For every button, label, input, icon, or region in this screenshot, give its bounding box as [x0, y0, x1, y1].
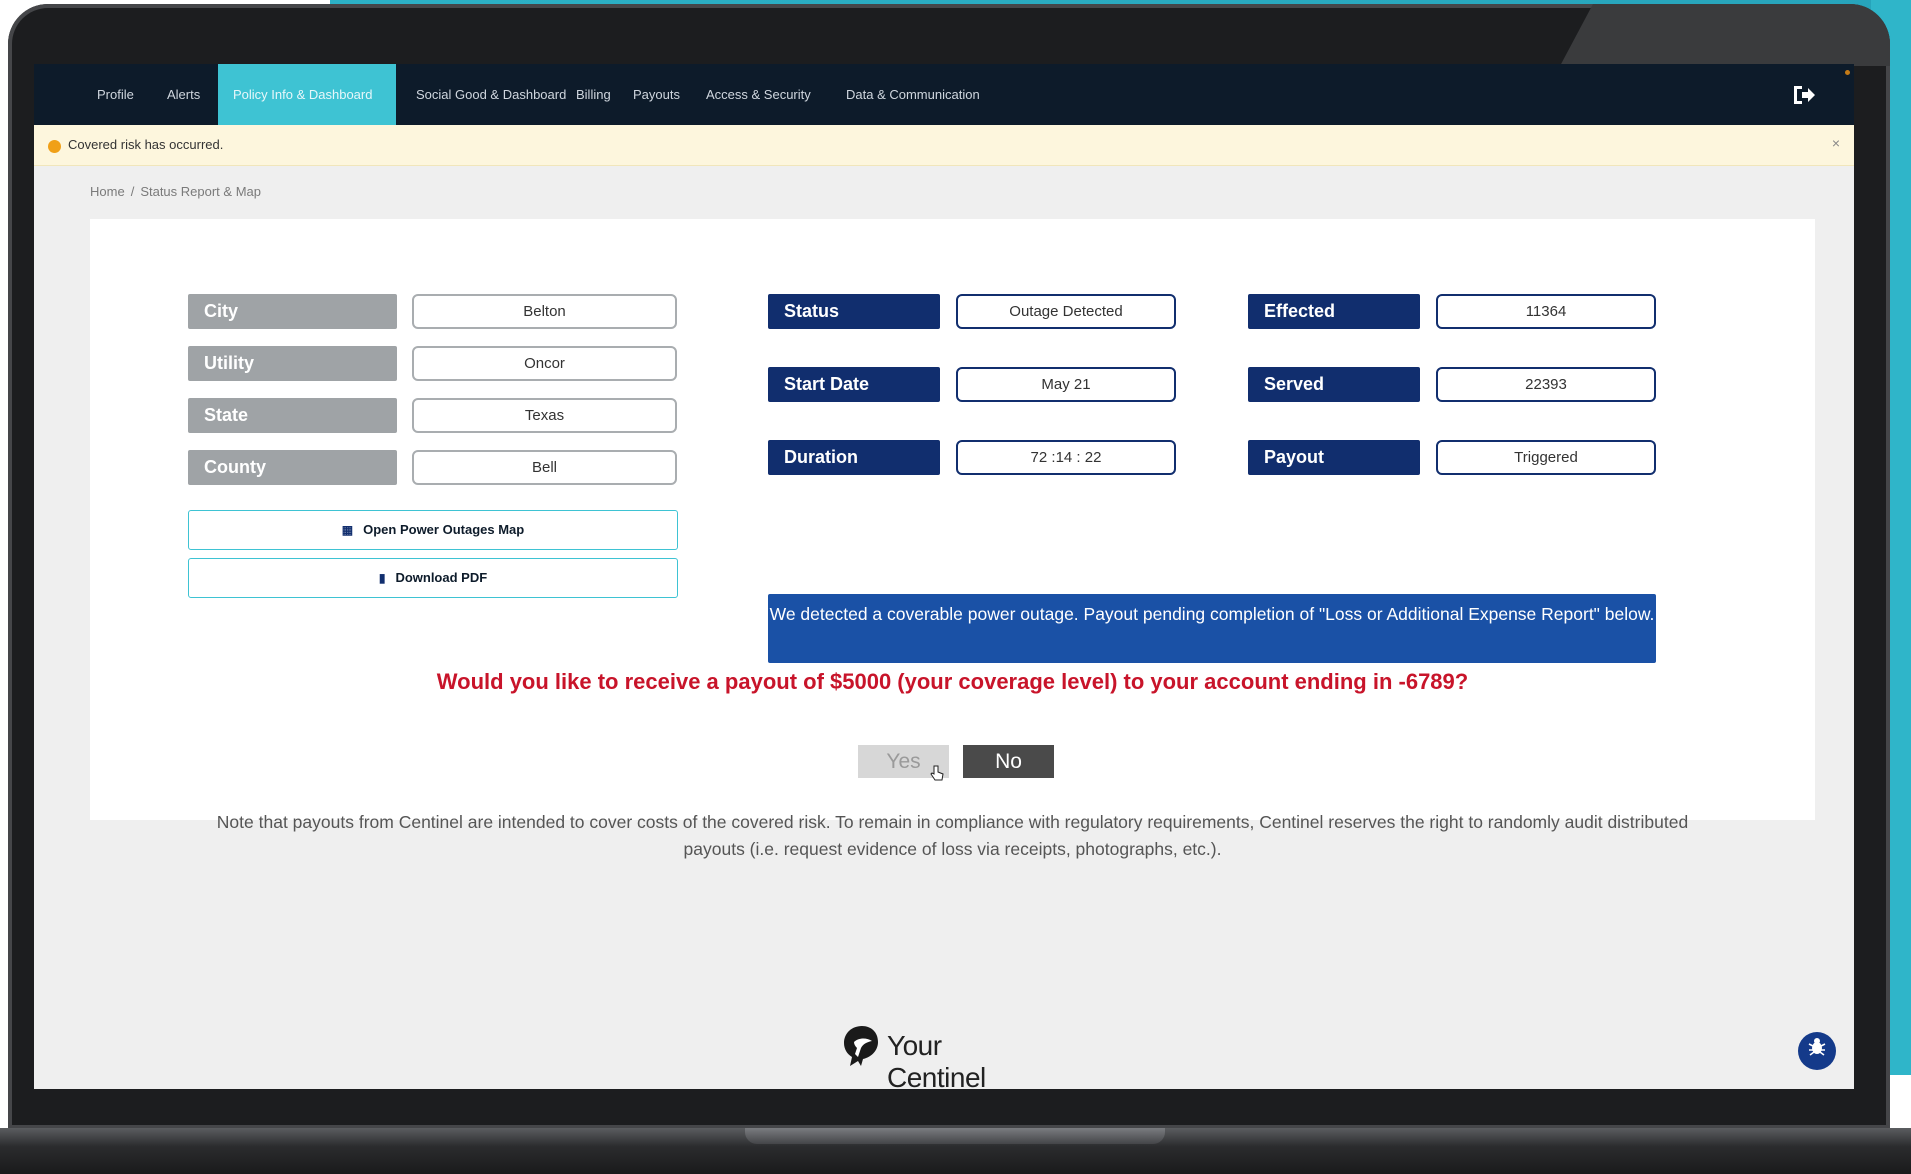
served-value: 22393: [1436, 367, 1656, 402]
payout-label: Payout: [1248, 440, 1420, 475]
breadcrumb-separator: /: [130, 184, 135, 199]
bug-report-icon[interactable]: [1798, 1032, 1836, 1070]
open-outages-map-label: Open Power Outages Map: [363, 522, 525, 537]
nav-payouts[interactable]: Payouts: [618, 64, 695, 125]
utility-value: Oncor: [412, 346, 677, 381]
camera-indicator: [1845, 70, 1850, 75]
breadcrumb-home[interactable]: Home: [90, 184, 125, 199]
city-value: Belton: [412, 294, 677, 329]
payout-value: Triggered: [1436, 440, 1656, 475]
nav-data-communication[interactable]: Data & Communication: [831, 64, 995, 125]
payout-question: Would you like to receive a payout of $5…: [436, 669, 1469, 694]
effected-label: Effected: [1248, 294, 1420, 329]
start-date-label: Start Date: [768, 367, 940, 402]
state-value: Texas: [412, 398, 677, 433]
status-value: Outage Detected: [956, 294, 1176, 329]
brand-name: Your Centinel: [887, 1030, 986, 1089]
state-label: State: [188, 398, 397, 433]
county-value: Bell: [412, 450, 677, 485]
brand-logo: Your Centinel: [840, 1022, 1040, 1089]
download-pdf-label: Download PDF: [395, 570, 488, 585]
start-date-value: May 21: [956, 367, 1176, 402]
nav-profile[interactable]: Profile: [82, 64, 149, 125]
breadcrumb-current: Status Report & Map: [140, 184, 261, 199]
nav-policy-info[interactable]: Policy Info & Dashboard: [218, 64, 396, 125]
utility-label: Utility: [188, 346, 397, 381]
file-icon: ▮: [378, 571, 386, 585]
close-icon[interactable]: ×: [1832, 135, 1840, 151]
nav-social-good[interactable]: Social Good & Dashboard: [401, 64, 581, 125]
laptop-glare: [1560, 4, 1890, 66]
city-label: City: [188, 294, 397, 329]
no-button[interactable]: No: [963, 745, 1054, 778]
map-icon: ▦: [341, 523, 354, 537]
pointer-cursor-icon: [930, 765, 944, 781]
served-label: Served: [1248, 367, 1420, 402]
nav-alerts[interactable]: Alerts: [152, 64, 215, 125]
nav-access-security[interactable]: Access & Security: [691, 64, 826, 125]
nav-billing[interactable]: Billing: [561, 64, 626, 125]
alert-banner: Covered risk has occurred. ×: [34, 125, 1854, 166]
app-screen: Profile Alerts Policy Info & Dashboard S…: [34, 64, 1854, 1089]
logout-icon[interactable]: [1790, 82, 1816, 108]
status-panel: City Belton Utility Oncor State Texas Co…: [90, 219, 1815, 859]
warning-icon: [48, 140, 61, 153]
laptop-hinge: [745, 1128, 1165, 1144]
duration-value: 72 :14 : 22: [956, 440, 1176, 475]
effected-value: 11364: [1436, 294, 1656, 329]
compliance-note: Note that payouts from Centinel are inte…: [216, 812, 1689, 859]
status-label: Status: [768, 294, 940, 329]
county-label: County: [188, 450, 397, 485]
spartan-helmet-icon: [844, 1026, 878, 1066]
open-outages-map-button[interactable]: ▦ Open Power Outages Map: [188, 510, 678, 550]
top-nav: Profile Alerts Policy Info & Dashboard S…: [34, 64, 1854, 125]
duration-label: Duration: [768, 440, 940, 475]
alert-text: Covered risk has occurred.: [68, 137, 224, 152]
outage-notice: We detected a coverable power outage. Pa…: [768, 594, 1656, 663]
download-pdf-button[interactable]: ▮ Download PDF: [188, 558, 678, 598]
breadcrumb: Home / Status Report & Map: [90, 184, 261, 199]
